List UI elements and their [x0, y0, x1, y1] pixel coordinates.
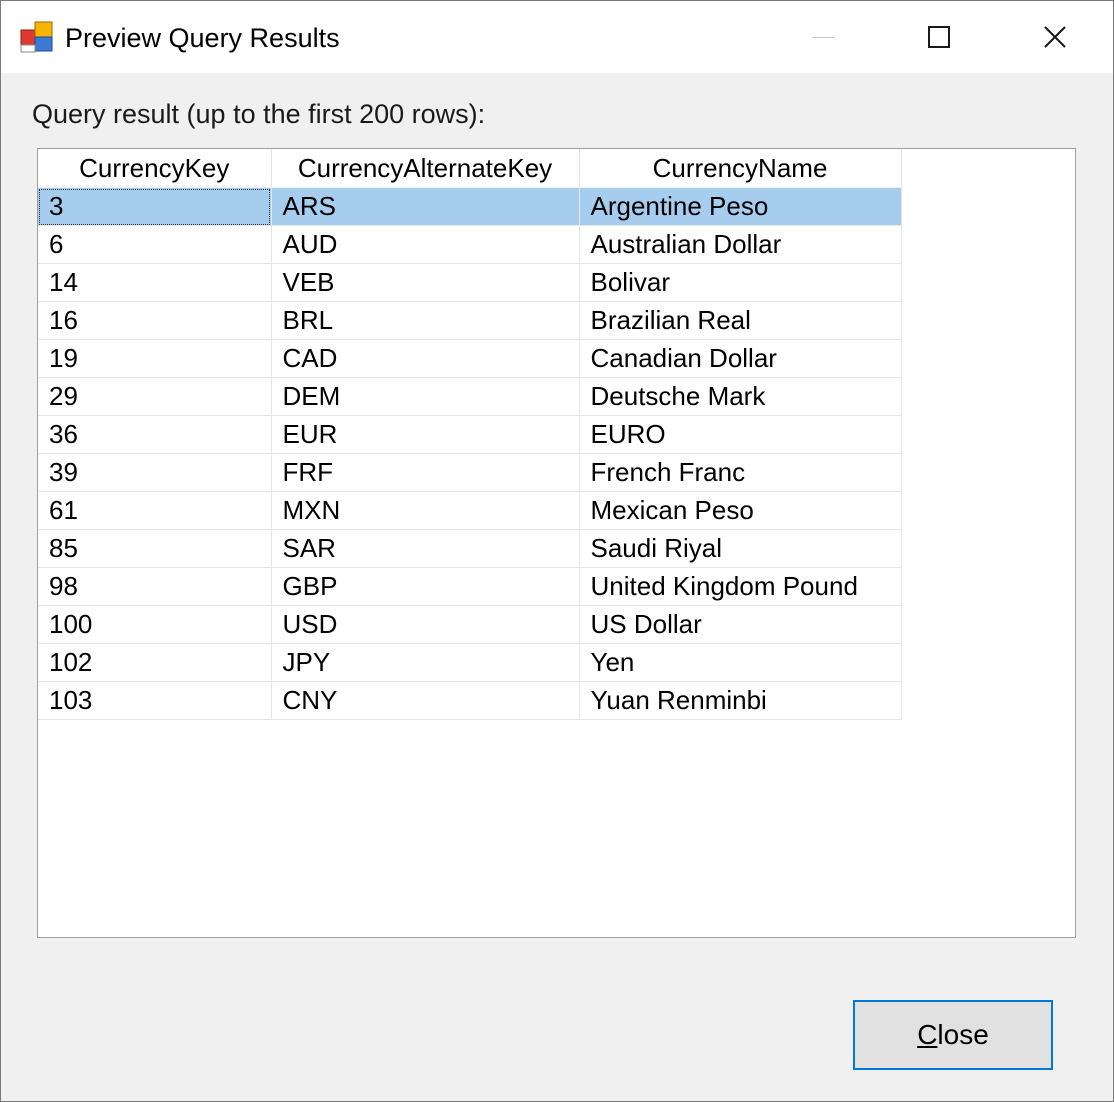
table-row[interactable]: 103 CNY Yuan Renminbi: [38, 681, 902, 720]
close-button[interactable]: Close: [853, 1000, 1053, 1070]
table-cell[interactable]: United Kingdom Pound: [579, 567, 902, 606]
table-cell[interactable]: CNY: [271, 681, 580, 720]
table-row[interactable]: 6 AUD Australian Dollar: [38, 225, 902, 264]
table-row[interactable]: 3 ARS Argentine Peso: [38, 187, 902, 226]
table-cell[interactable]: Brazilian Real: [579, 301, 902, 340]
table-cell[interactable]: 98: [38, 567, 272, 606]
table-cell[interactable]: 19: [38, 339, 272, 378]
table-cell[interactable]: 100: [38, 605, 272, 644]
table-cell[interactable]: Canadian Dollar: [579, 339, 902, 378]
table-cell[interactable]: Australian Dollar: [579, 225, 902, 264]
table-cell[interactable]: 29: [38, 377, 272, 416]
title-bar[interactable]: Preview Query Results: [1, 1, 1113, 73]
table-cell[interactable]: BRL: [271, 301, 580, 340]
close-icon: [1044, 26, 1066, 48]
table-cell[interactable]: Mexican Peso: [579, 491, 902, 530]
results-grid[interactable]: CurrencyKey CurrencyAlternateKey Currenc…: [37, 148, 1076, 938]
query-result-label: Query result (up to the first 200 rows):: [32, 99, 486, 129]
table-cell[interactable]: 36: [38, 415, 272, 454]
table-cell[interactable]: DEM: [271, 377, 580, 416]
table-row[interactable]: 19 CAD Canadian Dollar: [38, 339, 902, 378]
table-cell[interactable]: 102: [38, 643, 272, 682]
table-row[interactable]: 29 DEM Deutsche Mark: [38, 377, 902, 416]
table-cell[interactable]: AUD: [271, 225, 580, 264]
table-cell[interactable]: French Franc: [579, 453, 902, 492]
table-cell[interactable]: 103: [38, 681, 272, 720]
table-cell[interactable]: SAR: [271, 529, 580, 568]
column-header-currencyname[interactable]: CurrencyName: [579, 149, 902, 188]
table-row[interactable]: 100 USD US Dollar: [38, 605, 902, 644]
table-row[interactable]: 36 EUR EURO: [38, 415, 902, 454]
table-cell[interactable]: 39: [38, 453, 272, 492]
minimize-icon: [812, 36, 834, 38]
header-row: CurrencyKey CurrencyAlternateKey Currenc…: [38, 149, 902, 188]
column-header-currencykey[interactable]: CurrencyKey: [38, 149, 272, 188]
table-cell[interactable]: Bolivar: [579, 263, 902, 302]
table-cell[interactable]: Deutsche Mark: [579, 377, 902, 416]
maximize-icon: [928, 26, 950, 48]
grid-body: 3 ARS Argentine Peso 6 AUD Australian Dollar 1…: [38, 187, 902, 720]
table-cell[interactable]: US Dollar: [579, 605, 902, 644]
table-cell[interactable]: VEB: [271, 263, 580, 302]
table-cell[interactable]: 85: [38, 529, 272, 568]
table-cell[interactable]: Saudi Riyal: [579, 529, 902, 568]
table-row[interactable]: 14 VEB Bolivar: [38, 263, 902, 302]
table-cell[interactable]: 61: [38, 491, 272, 530]
close-button-mnemonic: C: [917, 1019, 938, 1050]
table-row[interactable]: 39 FRF French Franc: [38, 453, 902, 492]
close-button-label: lose: [937, 1019, 989, 1050]
table-cell[interactable]: EURO: [579, 415, 902, 454]
preview-query-results-window: Preview Query Results Query result (up t…: [0, 0, 1114, 1102]
maximize-button[interactable]: [881, 1, 997, 73]
table-row[interactable]: 102 JPY Yen: [38, 643, 902, 682]
table-cell[interactable]: JPY: [271, 643, 580, 682]
app-form-icon: [20, 21, 53, 53]
table-cell[interactable]: 6: [38, 225, 272, 264]
column-header-currencyalternatekey[interactable]: CurrencyAlternateKey: [271, 149, 580, 188]
table-cell[interactable]: 3: [38, 187, 272, 226]
close-window-button[interactable]: [997, 1, 1113, 73]
table-cell[interactable]: 14: [38, 263, 272, 302]
window-title: Preview Query Results: [65, 23, 340, 53]
table-cell[interactable]: GBP: [271, 567, 580, 606]
table-cell[interactable]: FRF: [271, 453, 580, 492]
table-row[interactable]: 98 GBP United Kingdom Pound: [38, 567, 902, 606]
table-row[interactable]: 61 MXN Mexican Peso: [38, 491, 902, 530]
table-cell[interactable]: ARS: [271, 187, 580, 226]
table-cell[interactable]: USD: [271, 605, 580, 644]
table-cell[interactable]: EUR: [271, 415, 580, 454]
minimize-button[interactable]: [765, 1, 881, 73]
table-cell[interactable]: MXN: [271, 491, 580, 530]
table-cell[interactable]: 16: [38, 301, 272, 340]
table-cell[interactable]: CAD: [271, 339, 580, 378]
table-row[interactable]: 85 SAR Saudi Riyal: [38, 529, 902, 568]
table-row[interactable]: 16 BRL Brazilian Real: [38, 301, 902, 340]
results-table[interactable]: CurrencyKey CurrencyAlternateKey Currenc…: [38, 149, 902, 720]
table-cell[interactable]: Yen: [579, 643, 902, 682]
table-cell[interactable]: Yuan Renminbi: [579, 681, 902, 720]
table-cell[interactable]: Argentine Peso: [579, 187, 902, 226]
